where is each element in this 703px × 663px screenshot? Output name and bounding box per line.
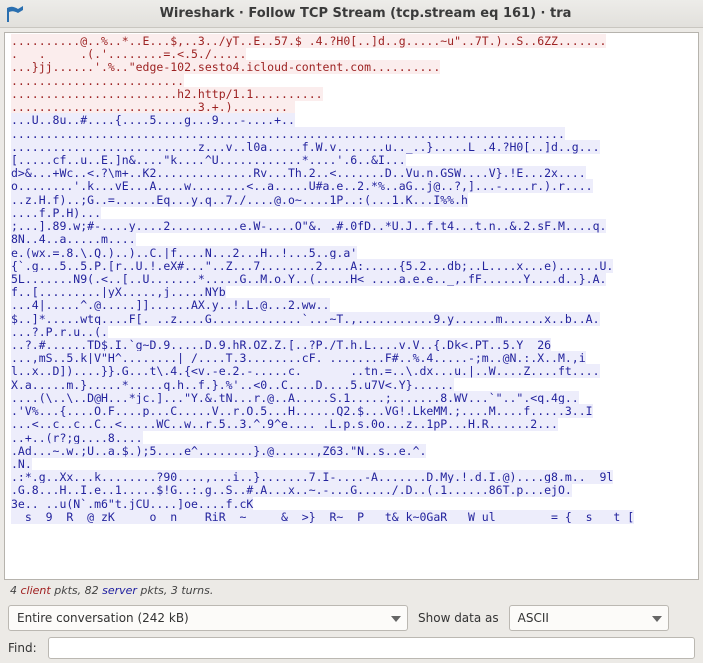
server-segment: l..x..D])....}}.G...t\.4.{<v.-e.2.-.....… (11, 364, 600, 378)
server-segment: ..+..(r?;g....8.... (11, 431, 143, 445)
server-segment: ...4|.....^.@.....]]......AX.y..!.L.@...… (11, 298, 330, 312)
server-segment: ;...].89.w;#-....y....2..........e.W-...… (11, 219, 606, 233)
server-segment: ..z.H.f)..;G..=......Eq...y.q..7./....@.… (11, 193, 468, 207)
show-as-selected: ASCII (518, 611, 549, 625)
tcp-stream-content[interactable]: ..........@..%..*..E...$,..3../yT..E..57… (4, 32, 699, 580)
server-segment: ...U..8u..#....{....5....g...9...-....+.… (11, 113, 295, 127)
client-segment: ...........................3.+.)........ (11, 100, 295, 114)
server-segment: {`.g...5..5.P.[r..U.!.eX#..."..Z...7....… (11, 259, 613, 273)
server-segment: .:*.g..Xx...k........?90....,...i..}....… (11, 470, 613, 484)
server-segment: .'V%...{....O.F....p...C.....V..r.O.5...… (11, 404, 593, 418)
client-segment: ........................h2.http/1.1.....… (11, 87, 323, 101)
server-segment: f..[.........|yX.....,j.....NYb (11, 285, 226, 299)
server-segment: ....f.P.H)... (11, 206, 101, 220)
server-segment: ..?.#......TD$.I.`g~D.9.....D.9.hR.OZ.Z.… (11, 338, 551, 352)
server-segment: d>&...+Wc..<.?\m+..K2..............Rv...… (11, 166, 586, 180)
server-segment: ...?.P.r.u..(. (11, 325, 108, 339)
server-segment: ...,mS..5.k|V"H^........| /....T.3......… (11, 351, 586, 365)
server-segment: .N. (11, 457, 32, 471)
server-segment: 5L.......N9(.<..[..U.......*.....G..M.o.… (11, 272, 606, 286)
stats-client-label: client (21, 584, 51, 597)
server-segment: o........'.k...vE...A....w........<..a..… (11, 179, 593, 193)
conversation-combo[interactable]: Entire conversation (242 kB) (8, 605, 408, 631)
server-segment: e.(wx.=.8.\.Q.)..)..C.|f....N...2...H..!… (11, 246, 357, 260)
server-segment: .Ad...~.w.;U..a.$.);5....e^........}.@..… (11, 444, 426, 458)
client-segment: ..........@..%..*..E...$,..3../yT..E..57… (11, 34, 606, 48)
client-segment: . . .(.'........=.<.5./..... (11, 47, 246, 61)
conversation-selected: Entire conversation (242 kB) (17, 611, 189, 625)
server-segment: .G.8...H..I.e..1.....$!G..:.g..S..#.A...… (11, 483, 572, 497)
show-as-combo[interactable]: ASCII (509, 605, 669, 631)
chevron-down-icon (391, 611, 401, 625)
server-segment: s 9 R @ zK o n RiR ~ & >} R~ P t& k~0GaR… (11, 510, 634, 524)
server-segment: 8N..4..a.....m.... (11, 232, 136, 246)
client-segment: ...}jj......'.%.."edge-102.sesto4.icloud… (11, 60, 440, 74)
server-segment: ........................................… (11, 127, 565, 141)
stream-stats: 4 client pkts, 82 server pkts, 3 turns. (0, 582, 703, 601)
find-label: Find: (8, 641, 42, 655)
controls-row: Entire conversation (242 kB) Show data a… (0, 601, 703, 637)
titlebar: Wireshark · Follow TCP Stream (tcp.strea… (0, 0, 703, 28)
find-input[interactable] (48, 637, 695, 659)
server-segment: X.a.....m.}.....*.....q.h..f.}.%'..<0..C… (11, 378, 454, 392)
chevron-down-icon (652, 611, 662, 625)
server-segment: [.....cf..u..E.]n&...."k....^U..........… (11, 153, 406, 167)
server-segment: ...<..c..c..C..<.....WC..w..r.5..3.^.9^e… (11, 417, 558, 431)
stats-server-label: server (102, 584, 137, 597)
show-as-label: Show data as (418, 611, 499, 625)
stats-client-pkts: 4 (10, 584, 17, 597)
server-segment: ...........................z...v..l0a...… (11, 140, 600, 154)
wireshark-fin-icon (6, 4, 26, 24)
server-segment: ....(\..\..D@H...*jc.]..."Y.&.tN...r.@..… (11, 391, 579, 405)
window-title: Wireshark · Follow TCP Stream (tcp.strea… (34, 6, 697, 21)
client-segment: ......................... (11, 74, 184, 88)
server-segment: 3e.._..u(N`.m6"t.jCU....]oe....f.cK (11, 497, 253, 511)
find-row: Find: (0, 637, 703, 663)
server-segment: $..]*.....wtq....F[. ..z....G...........… (11, 312, 600, 326)
